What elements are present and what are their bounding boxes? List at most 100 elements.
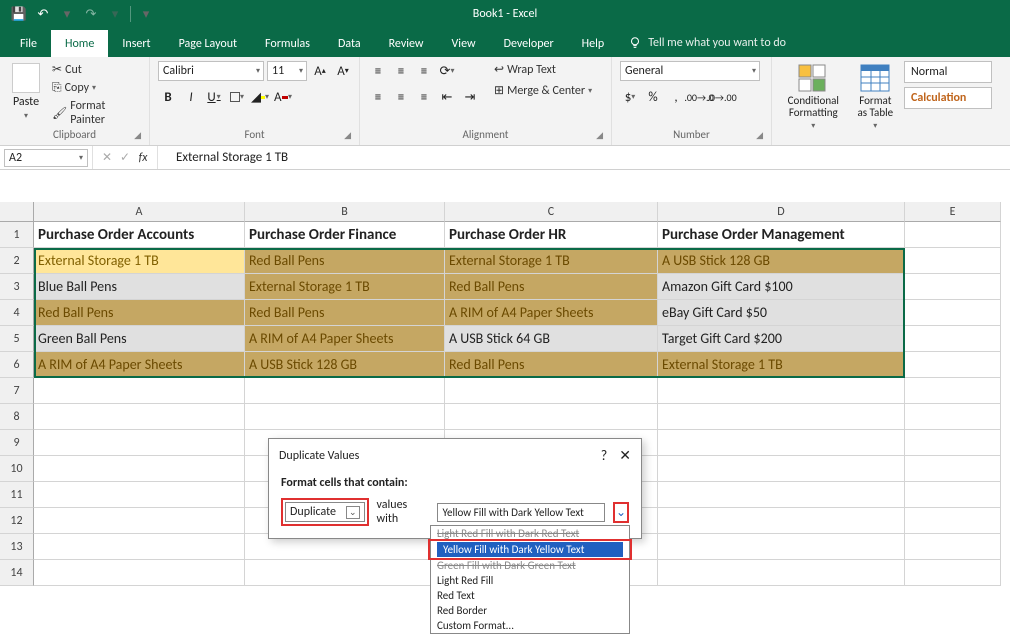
cell[interactable]: Green Ball Pens (34, 326, 245, 352)
select-all-triangle[interactable] (0, 202, 34, 222)
redo-icon[interactable]: ↷ (82, 5, 100, 23)
format-style-select[interactable]: Yellow Fill with Dark Yellow Text (437, 503, 605, 522)
cell[interactable]: Amazon Gift Card $100 (658, 274, 905, 300)
alignment-launcher-icon[interactable]: ◢ (596, 130, 603, 141)
tab-page-layout[interactable]: Page Layout (165, 30, 251, 57)
accounting-format-icon[interactable]: $▾ (620, 87, 640, 107)
row-header[interactable]: 10 (0, 456, 34, 482)
enter-icon[interactable]: ✓ (117, 150, 133, 165)
cell[interactable]: A RIM of A4 Paper Sheets (445, 300, 658, 326)
cell[interactable] (34, 430, 245, 456)
list-item[interactable]: Red Text (431, 588, 629, 603)
column-header[interactable]: C (445, 202, 658, 222)
clipboard-launcher-icon[interactable]: ◢ (134, 130, 141, 141)
cell[interactable] (34, 560, 245, 586)
tab-file[interactable]: File (6, 30, 51, 57)
cell[interactable] (905, 378, 1001, 404)
cell[interactable]: A USB Stick 64 GB (445, 326, 658, 352)
cell[interactable] (34, 508, 245, 534)
cell[interactable] (905, 482, 1001, 508)
italic-button[interactable]: I (181, 87, 201, 107)
decrease-indent-icon[interactable]: ⇤ (437, 87, 457, 107)
cell[interactable] (905, 456, 1001, 482)
row-header[interactable]: 9 (0, 430, 34, 456)
increase-decimal-icon[interactable]: .00→.0 (689, 87, 709, 107)
cell[interactable]: Target Gift Card $200 (658, 326, 905, 352)
grow-font-icon[interactable]: A▴ (310, 61, 330, 81)
fx-icon[interactable]: fx (135, 151, 151, 165)
cancel-icon[interactable]: ✕ (99, 150, 115, 165)
font-size-select[interactable]: 11▾ (267, 61, 307, 81)
cell[interactable] (905, 534, 1001, 560)
align-right-icon[interactable]: ≡ (414, 87, 434, 107)
cell[interactable] (34, 456, 245, 482)
cell[interactable] (658, 456, 905, 482)
cell[interactable]: A RIM of A4 Paper Sheets (245, 326, 445, 352)
cell[interactable] (658, 404, 905, 430)
cell[interactable] (905, 248, 1001, 274)
cell[interactable] (905, 430, 1001, 456)
tab-insert[interactable]: Insert (108, 30, 164, 57)
row-header[interactable]: 3 (0, 274, 34, 300)
number-launcher-icon[interactable]: ◢ (756, 130, 763, 141)
conditional-formatting-button[interactable]: Conditional Formatting▾ (780, 61, 847, 133)
save-icon[interactable]: 💾 (10, 5, 28, 23)
percent-format-icon[interactable]: % (643, 87, 663, 107)
cell[interactable] (658, 560, 905, 586)
decrease-decimal-icon[interactable]: .0→.00 (712, 87, 732, 107)
row-header[interactable]: 14 (0, 560, 34, 586)
cell[interactable] (905, 222, 1001, 248)
cell[interactable]: A USB Stick 128 GB (658, 248, 905, 274)
row-header[interactable]: 12 (0, 508, 34, 534)
row-header[interactable]: 13 (0, 534, 34, 560)
column-header[interactable]: D (658, 202, 905, 222)
cell[interactable]: External Storage 1 TB (245, 274, 445, 300)
shrink-font-icon[interactable]: A▾ (333, 61, 353, 81)
chevron-down-icon[interactable]: ⌄ (346, 506, 360, 519)
bold-button[interactable]: B (158, 87, 178, 107)
cell[interactable] (34, 534, 245, 560)
undo-dropdown-icon[interactable]: ▾ (58, 5, 76, 23)
tell-me-search[interactable]: Tell me what you want to do (618, 29, 796, 57)
row-header[interactable]: 5 (0, 326, 34, 352)
cell[interactable] (905, 300, 1001, 326)
comma-format-icon[interactable]: , (666, 87, 686, 107)
cut-button[interactable]: ✂Cut (48, 61, 141, 78)
cell[interactable]: Red Ball Pens (34, 300, 245, 326)
cell[interactable] (658, 430, 905, 456)
cell[interactable]: Purchase Order HR (445, 222, 658, 248)
copy-button[interactable]: ⎘Copy▾ (48, 80, 141, 96)
cell[interactable]: Purchase Order Finance (245, 222, 445, 248)
cell[interactable] (34, 404, 245, 430)
row-header[interactable]: 11 (0, 482, 34, 508)
cell[interactable] (905, 326, 1001, 352)
format-painter-button[interactable]: 🖌Format Painter (48, 98, 141, 128)
cell[interactable]: External Storage 1 TB (34, 248, 245, 274)
paste-dropdown-icon[interactable]: ▾ (24, 111, 28, 121)
borders-button[interactable]: ▾ (227, 87, 247, 107)
align-bottom-icon[interactable]: ≡ (414, 61, 434, 81)
cell[interactable]: Red Ball Pens (245, 248, 445, 274)
wrap-text-button[interactable]: ↩Wrap Text (490, 61, 596, 78)
cell[interactable] (445, 404, 658, 430)
cell[interactable] (658, 378, 905, 404)
redo-dropdown-icon[interactable]: ▾ (106, 5, 124, 23)
align-top-icon[interactable]: ≡ (368, 61, 388, 81)
merge-center-button[interactable]: ⊞Merge & Center▾ (490, 82, 596, 99)
cell[interactable]: Red Ball Pens (445, 274, 658, 300)
row-header[interactable]: 6 (0, 352, 34, 378)
tab-review[interactable]: Review (375, 30, 438, 57)
chevron-down-icon[interactable]: ⌄ (616, 506, 626, 520)
cell[interactable]: A USB Stick 128 GB (245, 352, 445, 378)
cell[interactable] (905, 274, 1001, 300)
cell[interactable] (34, 482, 245, 508)
cell[interactable]: Red Ball Pens (245, 300, 445, 326)
tab-data[interactable]: Data (324, 30, 375, 57)
formula-input[interactable]: External Storage 1 TB (158, 150, 288, 165)
cell[interactable]: A RIM of A4 Paper Sheets (34, 352, 245, 378)
cell[interactable] (905, 352, 1001, 378)
cell[interactable]: Purchase Order Management (658, 222, 905, 248)
column-header[interactable]: E (905, 202, 1001, 222)
number-format-select[interactable]: General▾ (620, 61, 760, 81)
close-icon[interactable]: ✕ (619, 447, 631, 464)
